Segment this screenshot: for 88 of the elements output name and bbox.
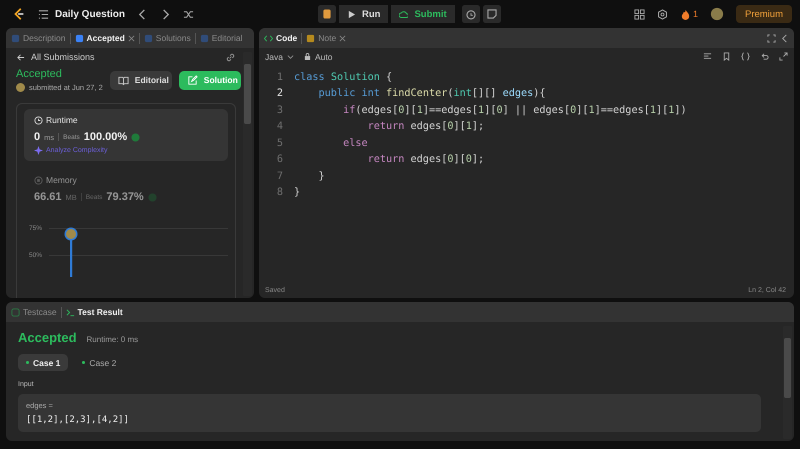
clock-icon xyxy=(34,116,43,124)
all-submissions-link[interactable]: All Submissions xyxy=(16,52,95,62)
badge-icon xyxy=(148,192,157,202)
line-number: 8 xyxy=(276,187,284,198)
streak-count: 1 xyxy=(692,9,698,19)
panel-tab[interactable]: Code xyxy=(264,33,298,43)
code-icon xyxy=(264,34,273,42)
runtime-value: 0 xyxy=(34,131,40,143)
chevron-left-icon[interactable] xyxy=(780,34,789,42)
run-button[interactable]: Run xyxy=(339,5,388,23)
note-icon[interactable] xyxy=(482,5,501,23)
submission-status: Accepted xyxy=(16,68,63,80)
line-number: 2 xyxy=(276,88,284,100)
distribution-marker-drawing xyxy=(64,227,78,277)
checkbox-icon xyxy=(11,308,20,316)
square-icon xyxy=(74,34,84,42)
code-line: else xyxy=(342,138,368,149)
line-number: 5 xyxy=(276,138,284,149)
chevron-down-icon xyxy=(286,53,294,60)
badge-icon xyxy=(131,132,140,142)
shuffle-icon[interactable] xyxy=(183,8,194,20)
cloud-icon xyxy=(399,10,408,18)
code-line: public int findCenter(int[][] edges){ xyxy=(318,88,546,100)
arrow-left-icon xyxy=(16,52,25,62)
memory-beats: 79.37% xyxy=(106,191,144,203)
result-status: Accepted xyxy=(18,330,77,345)
code-line: } xyxy=(294,187,300,198)
settings-icon[interactable] xyxy=(656,8,668,20)
flame-icon[interactable] xyxy=(680,8,691,20)
editorial-button[interactable]: Editorial xyxy=(110,70,172,90)
panel-tab[interactable]: Test Result xyxy=(66,307,123,317)
lock-icon xyxy=(304,53,311,60)
panel-tab[interactable]: Testcase xyxy=(11,307,57,317)
code-line: } xyxy=(318,170,325,182)
runtime-beats: 100.00% xyxy=(84,131,128,143)
case-tab[interactable]: Case 2 xyxy=(74,354,124,371)
line-number: 4 xyxy=(276,121,284,132)
code-line: return edges[0][1]; xyxy=(366,121,484,132)
braces-icon[interactable] xyxy=(741,52,750,61)
line-number: 7 xyxy=(276,170,284,182)
avatar-icon xyxy=(16,83,25,92)
square-icon xyxy=(200,34,209,42)
panel-tab[interactable]: Accepted xyxy=(74,33,135,43)
line-number: 6 xyxy=(276,154,284,166)
list-icon[interactable] xyxy=(38,8,49,20)
terminal-icon xyxy=(66,308,75,316)
format-icon[interactable] xyxy=(703,52,712,61)
fullscreen-icon[interactable] xyxy=(767,34,776,42)
close-icon[interactable] xyxy=(128,34,135,42)
close-icon[interactable] xyxy=(339,34,346,42)
alarm-icon[interactable] xyxy=(462,5,480,23)
line-number: 3 xyxy=(276,104,284,116)
book-icon xyxy=(118,74,129,86)
problem-title[interactable]: Daily Question xyxy=(55,8,126,20)
memory-label: Memory xyxy=(46,175,77,185)
submit-button[interactable]: Submit xyxy=(391,5,455,23)
panel-tab[interactable]: Description xyxy=(11,33,66,43)
memory-value: 66.61 xyxy=(34,191,62,203)
square-icon xyxy=(306,34,316,42)
code-line: if(edges[0][1]==edges[1][0] || edges[0][1]==edges[1][1]) xyxy=(342,104,687,116)
line-number: 1 xyxy=(276,72,284,83)
code-line: class Solution { xyxy=(294,72,392,83)
panel-tab[interactable]: Solutions xyxy=(144,33,191,43)
runtime-label: Runtime xyxy=(46,115,78,125)
scrollbar[interactable] xyxy=(243,52,252,296)
bookmark-icon[interactable] xyxy=(722,52,731,61)
language-selector[interactable]: Java xyxy=(265,52,294,62)
square-icon xyxy=(11,34,20,42)
scrollbar[interactable] xyxy=(783,326,792,439)
edit-icon xyxy=(186,74,198,86)
square-icon xyxy=(144,34,153,42)
panel-tab[interactable]: Note xyxy=(306,33,346,43)
code-line: return edges[0][0]; xyxy=(366,154,484,166)
param-value: [[1,2],[2,3],[4,2]] xyxy=(26,415,130,425)
layout-icon[interactable] xyxy=(634,8,645,20)
undo-icon[interactable] xyxy=(760,52,769,61)
expand-icon[interactable] xyxy=(779,52,788,61)
avatar-icon[interactable] xyxy=(710,7,724,21)
play-icon xyxy=(347,10,356,18)
mode-label[interactable]: Auto xyxy=(314,52,332,62)
premium-button[interactable]: Premium xyxy=(736,5,792,23)
sparkle-icon xyxy=(34,146,43,155)
link-icon[interactable] xyxy=(225,52,236,62)
panel-tab[interactable]: Editorial xyxy=(200,33,242,43)
runtime-text: Runtime: 0 ms xyxy=(86,335,138,344)
logo-icon[interactable] xyxy=(12,7,26,21)
case-tab[interactable]: Case 1 xyxy=(18,354,68,371)
chip-icon xyxy=(34,176,43,184)
